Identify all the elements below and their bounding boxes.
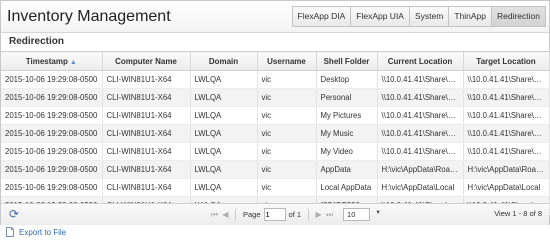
next-page-icon[interactable]: ▶ [313, 208, 324, 221]
table-row[interactable]: 2015-10-06 19:29:08-0500CLI-WIN81U1-X64L… [1, 124, 550, 143]
tab-system[interactable]: System [408, 6, 450, 27]
page-title: Inventory Management [7, 8, 171, 25]
domain-cell: LWLQA [190, 160, 258, 179]
column-header-username[interactable]: Username [257, 51, 317, 71]
current-location-cell: H:\vic\AppData\Local [377, 178, 464, 197]
header-bar: Inventory Management FlexApp DIA FlexApp… [1, 1, 549, 33]
shell-folder-cell: My Music [316, 124, 378, 143]
current-location-cell: \\10.0.41.41\Share\vic... [377, 124, 464, 143]
timestamp-cell: 2015-10-06 19:29:08-0500 [1, 88, 103, 107]
computer-name-cell: CLI-WIN81U1-X64 [102, 70, 191, 89]
column-header-domain[interactable]: Domain [190, 51, 258, 71]
computer-name-cell: CLI-WIN81U1-X64 [102, 106, 191, 125]
timestamp-cell: 2015-10-06 19:29:08-0500 [1, 160, 103, 179]
username-cell: vic [257, 142, 317, 161]
timestamp-cell: 2015-10-06 19:29:08-0500 [1, 106, 103, 125]
username-cell: vic [257, 106, 317, 125]
tab-redirection[interactable]: Redirection [491, 6, 546, 27]
domain-cell: LWLQA [190, 70, 258, 89]
chevron-down-icon: ▼ [375, 210, 382, 216]
tab-flexapp-dia[interactable]: FlexApp DIA [291, 6, 352, 27]
current-location-cell: \\10.0.41.41\Share\vic... [377, 88, 464, 107]
record-count: View 1 - 8 of 8 [494, 209, 542, 218]
tab-flexapp-uia[interactable]: FlexApp UIA [350, 6, 410, 27]
target-location-cell: \\10.0.41.41\Share\vic... [463, 106, 550, 125]
tab-bar: FlexApp DIA FlexApp UIA System ThinApp R… [291, 6, 546, 27]
current-location-cell: \\10.0.41.41\Share\vic... [377, 70, 464, 89]
export-label: Export to File [19, 227, 67, 237]
file-icon [6, 227, 14, 237]
shell-folder-cell: Personal [316, 88, 378, 107]
domain-cell: LWLQA [190, 106, 258, 125]
refresh-icon[interactable]: ⟳ [7, 207, 21, 221]
table-row[interactable]: 2015-10-06 19:29:08-0500CLI-WIN81U1-X64L… [1, 88, 550, 107]
computer-name-cell: CLI-WIN81U1-X64 [102, 88, 191, 107]
prev-page-icon[interactable]: ◀ [220, 208, 231, 221]
table-header-row: Timestamp ▲ Computer Name Domain Username… [1, 51, 550, 71]
export-to-file-link[interactable]: Export to File [6, 225, 66, 239]
page-label: Page [243, 210, 261, 219]
shell-folder-cell: AppData [316, 160, 378, 179]
domain-cell: LWLQA [190, 142, 258, 161]
computer-name-cell: CLI-WIN81U1-X64 [102, 142, 191, 161]
target-location-cell: \\10.0.41.41\Share\vic... [463, 124, 550, 143]
current-location-cell: H:\vic\AppData\Roami... [377, 160, 464, 179]
target-location-cell: \\10.0.41.41\Share\vic... [463, 70, 550, 89]
pager-divider [235, 208, 236, 221]
username-cell: vic [257, 88, 317, 107]
shell-folder-cell: My Video [316, 142, 378, 161]
domain-cell: LWLQA [190, 88, 258, 107]
sort-ascending-icon: ▲ [69, 58, 77, 66]
page-total-label: of 1 [288, 210, 302, 219]
table-row[interactable]: 2015-10-06 19:29:08-0500CLI-WIN81U1-X64L… [1, 178, 550, 197]
column-header-computer-name[interactable]: Computer Name [102, 51, 191, 71]
column-header-current-location[interactable]: Current Location [377, 51, 464, 71]
username-cell: vic [257, 124, 317, 143]
table-row[interactable]: 2015-10-06 19:29:08-0500CLI-WIN81U1-X64L… [1, 70, 550, 89]
column-header-timestamp[interactable]: Timestamp ▲ [1, 51, 103, 71]
pager: ⏮ ◀ Page of 1 ▶ ⏭ 10 ▼ [209, 207, 381, 222]
section-title: Redirection [9, 36, 65, 47]
page-number-input[interactable] [263, 208, 286, 221]
current-location-cell: \\10.0.41.41\Share\vic... [377, 142, 464, 161]
shell-folder-cell: Local AppData [316, 178, 378, 197]
column-header-shell-folder[interactable]: Shell Folder [316, 51, 378, 71]
domain-cell: LWLQA [190, 124, 258, 143]
first-page-icon[interactable]: ⏮ [209, 208, 220, 221]
target-location-cell: H:\vic\AppData\Roami... [463, 160, 550, 179]
page-size-select[interactable]: 10 ▼ [343, 208, 381, 221]
username-cell: vic [257, 178, 317, 197]
last-page-icon[interactable]: ⏭ [324, 208, 335, 221]
inventory-panel: Inventory Management FlexApp DIA FlexApp… [0, 0, 550, 225]
target-location-cell: \\10.0.41.41\Share\vic... [463, 88, 550, 107]
computer-name-cell: CLI-WIN81U1-X64 [102, 160, 191, 179]
redirection-table: Timestamp ▲ Computer Name Domain Username… [1, 51, 550, 215]
username-cell: vic [257, 70, 317, 89]
username-cell: vic [257, 160, 317, 179]
timestamp-cell: 2015-10-06 19:29:08-0500 [1, 124, 103, 143]
tab-thinapp[interactable]: ThinApp [448, 6, 492, 27]
column-header-target-location[interactable]: Target Location [463, 51, 550, 71]
target-location-cell: H:\vic\AppData\Local [463, 178, 550, 197]
shell-folder-cell: Desktop [316, 70, 378, 89]
target-location-cell: \\10.0.41.41\Share\vic... [463, 142, 550, 161]
pager-divider [308, 208, 310, 221]
current-location-cell: \\10.0.41.41\Share\vic... [377, 106, 464, 125]
page-size-value: 10 [347, 210, 356, 219]
pager-bar: ⟳ ⏮ ◀ Page of 1 ▶ ⏭ 10 ▼ View 1 - 8 of 8 [1, 203, 549, 225]
computer-name-cell: CLI-WIN81U1-X64 [102, 124, 191, 143]
timestamp-cell: 2015-10-06 19:29:08-0500 [1, 178, 103, 197]
timestamp-cell: 2015-10-06 19:29:08-0500 [1, 70, 103, 89]
timestamp-cell: 2015-10-06 19:29:08-0500 [1, 142, 103, 161]
domain-cell: LWLQA [190, 178, 258, 197]
table-row[interactable]: 2015-10-06 19:29:08-0500CLI-WIN81U1-X64L… [1, 142, 550, 161]
table-row[interactable]: 2015-10-06 19:29:08-0500CLI-WIN81U1-X64L… [1, 106, 550, 125]
computer-name-cell: CLI-WIN81U1-X64 [102, 178, 191, 197]
shell-folder-cell: My Pictures [316, 106, 378, 125]
table-row[interactable]: 2015-10-06 19:29:08-0500CLI-WIN81U1-X64L… [1, 160, 550, 179]
